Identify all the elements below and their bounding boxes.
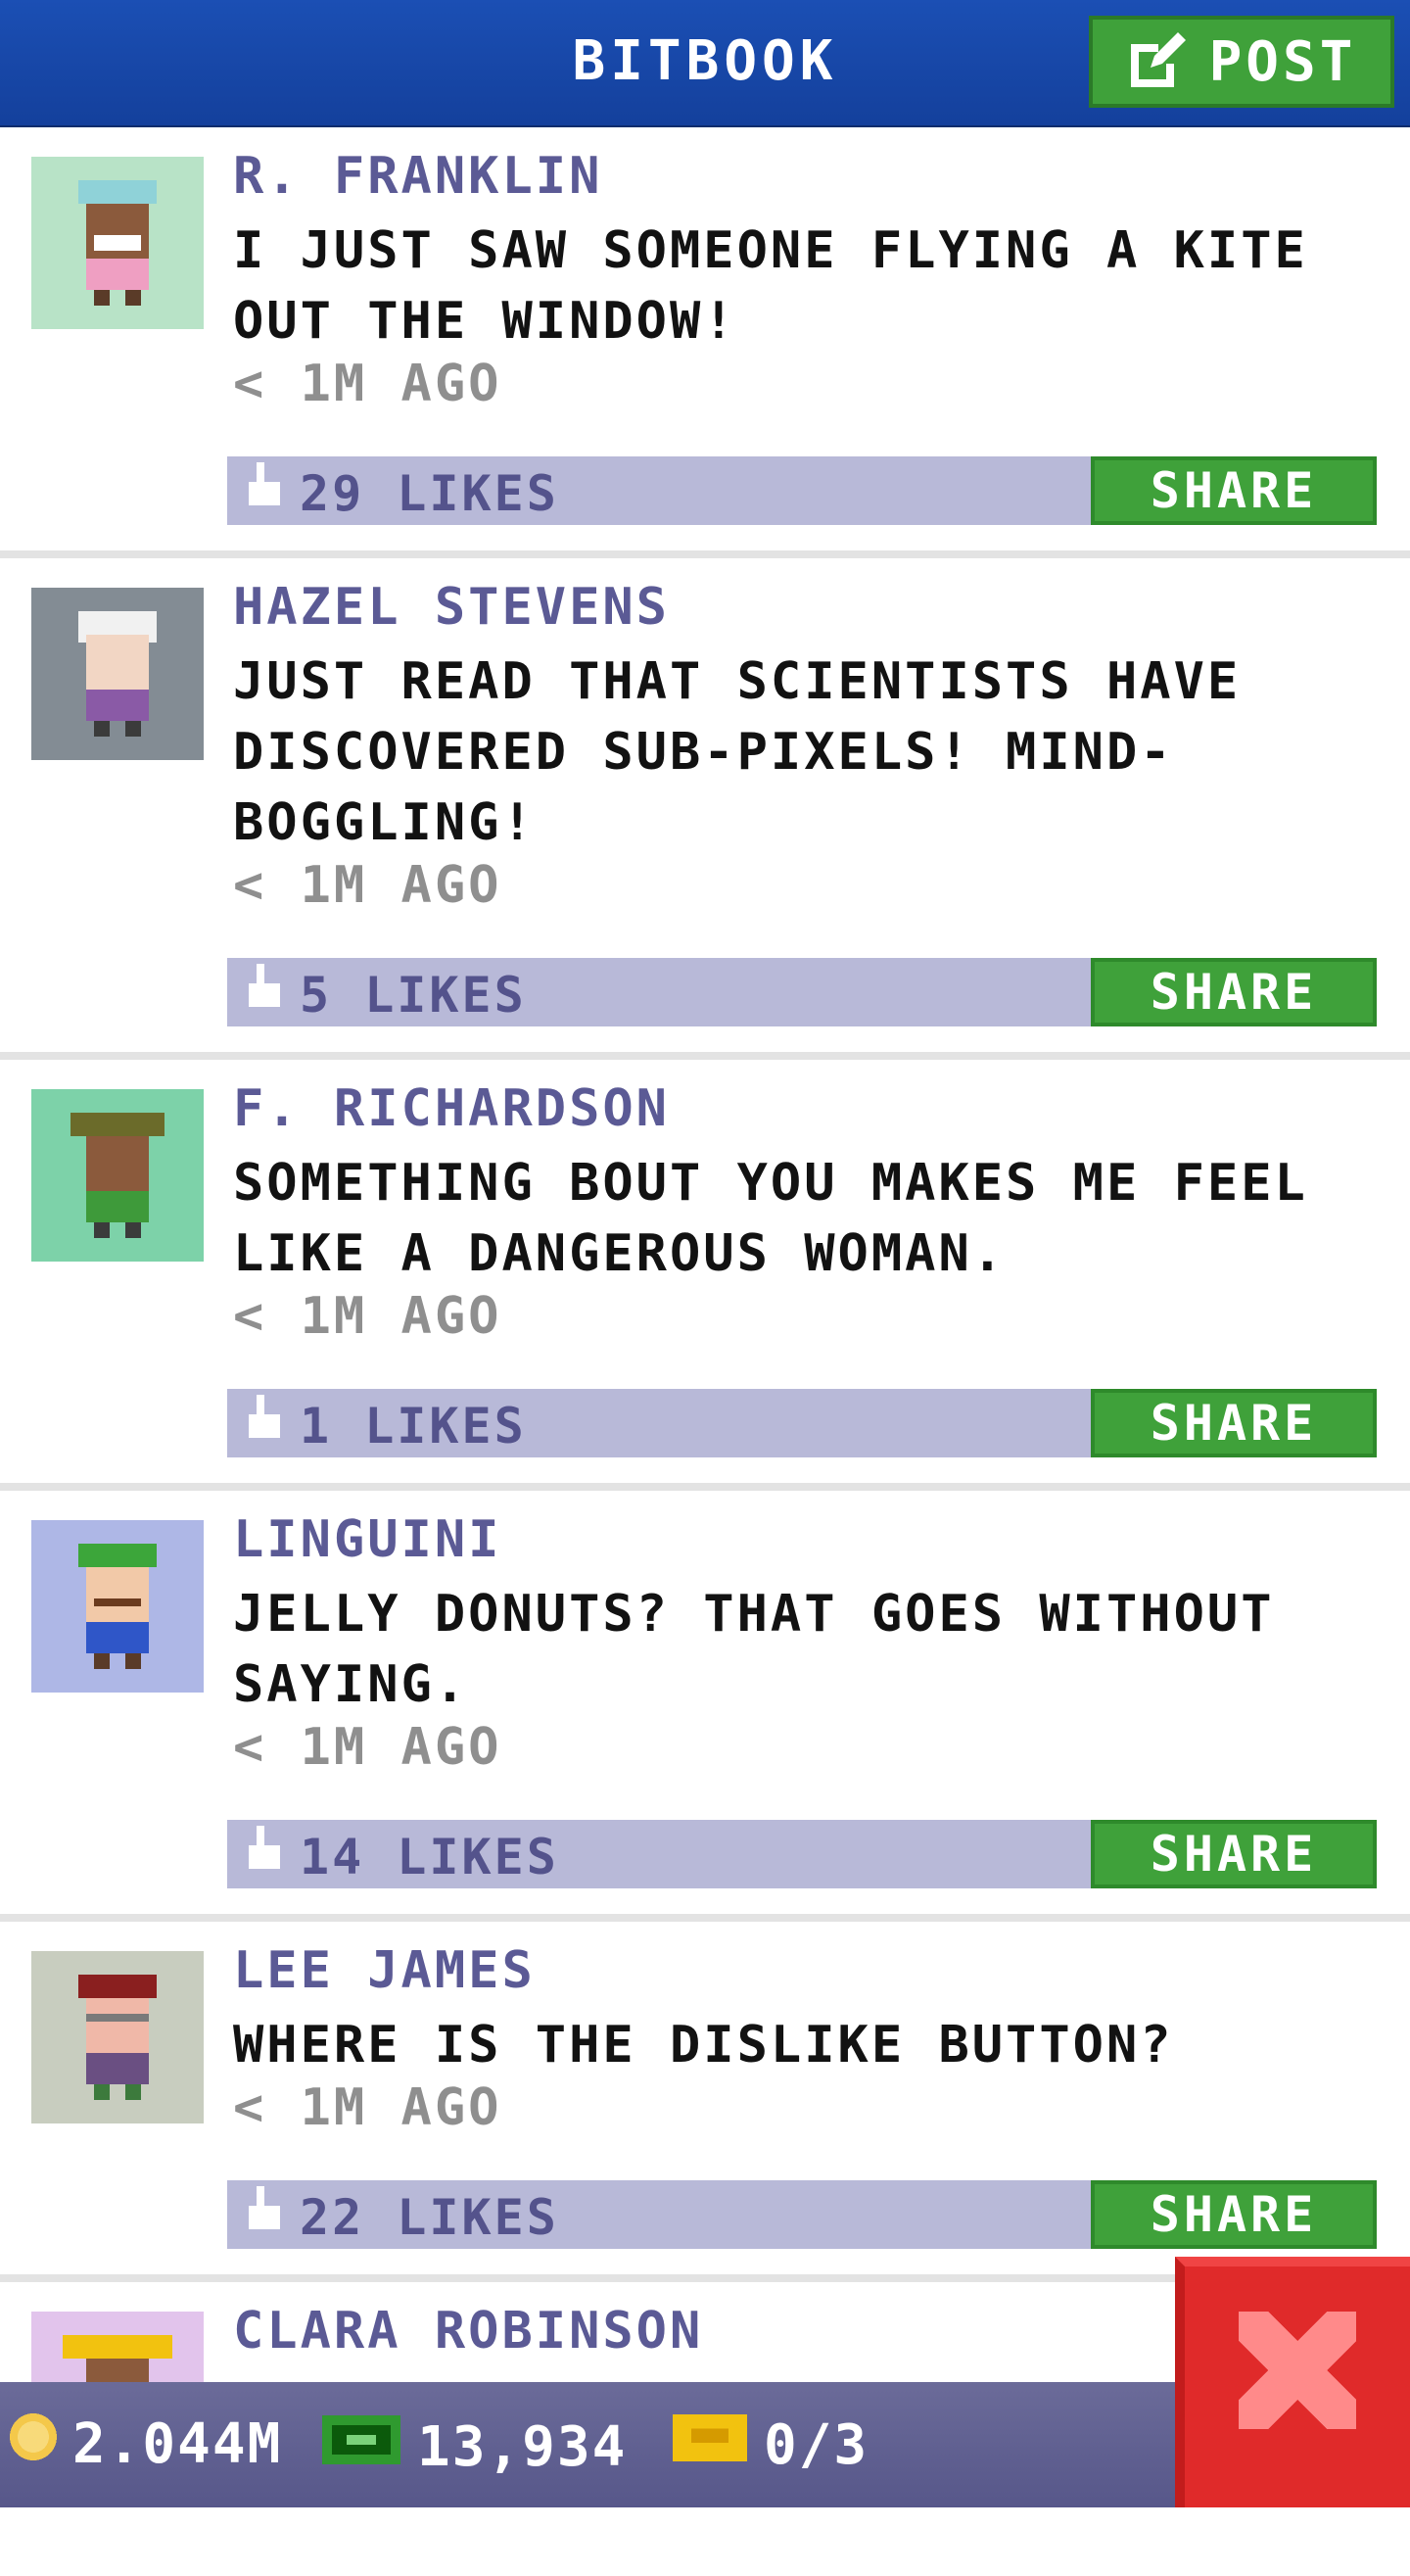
post-message: SOMETHING BOUT YOU MAKES ME FEEL LIKE A …: [233, 1154, 1308, 1283]
post-time: < 1M AGO: [233, 355, 502, 413]
post-message: JELLY DONUTS? THAT GOES WITHOUT SAYING.: [233, 1585, 1275, 1714]
top-bar: BITBOOK POST: [0, 0, 1410, 125]
thumbs-up-icon: [245, 462, 284, 525]
post-time: < 1M AGO: [233, 1718, 502, 1777]
post-author[interactable]: CLARA ROBINSON: [233, 2302, 703, 2361]
thumbs-up-icon: [245, 1395, 284, 1457]
share-button[interactable]: SHARE: [1091, 2180, 1377, 2249]
share-button[interactable]: SHARE: [1091, 456, 1377, 525]
post-button[interactable]: POST: [1089, 16, 1394, 108]
tickets-stat[interactable]: 0/3: [668, 2409, 869, 2480]
likes-count: 1 LIKES: [300, 1398, 527, 1455]
close-button[interactable]: [1175, 2257, 1410, 2507]
coin-icon: [6, 2409, 61, 2478]
post-message: JUST READ THAT SCIENTISTS HAVE DISCOVERE…: [233, 652, 1242, 852]
like-button[interactable]: 1 LIKES: [245, 1395, 527, 1457]
close-icon: [1224, 2312, 1371, 2462]
bux-stat[interactable]: 13,934: [317, 2409, 627, 2484]
coins-stat[interactable]: 2.044M: [6, 2409, 282, 2478]
like-button[interactable]: 22 LIKES: [245, 2186, 559, 2249]
post-button-label: POST: [1208, 29, 1357, 94]
likes-count: 5 LIKES: [300, 967, 527, 1024]
ticket-icon: [668, 2409, 752, 2480]
thumbs-up-icon: [245, 1826, 284, 1888]
coins-value: 2.044M: [72, 2411, 283, 2476]
post-feed[interactable]: R. FRANKLIN I JUST SAW SOMEONE FLYING A …: [0, 127, 1410, 2576]
post-message: I JUST SAW SOMEONE FLYING A KITE OUT THE…: [233, 221, 1308, 351]
thumbs-up-icon: [245, 2186, 284, 2249]
post-time: < 1M AGO: [233, 856, 502, 915]
feed-post: LINGUINI JELLY DONUTS? THAT GOES WITHOUT…: [0, 1491, 1410, 1922]
avatar: [31, 588, 204, 760]
like-button[interactable]: 5 LIKES: [245, 964, 527, 1026]
share-button[interactable]: SHARE: [1091, 1820, 1377, 1888]
share-button[interactable]: SHARE: [1091, 1389, 1377, 1457]
likes-count: 22 LIKES: [300, 2189, 559, 2246]
share-button[interactable]: SHARE: [1091, 958, 1377, 1026]
likes-bar: 1 LIKES SHARE: [227, 1389, 1377, 1457]
post-message: WHERE IS THE DISLIKE BUTTON?: [233, 2016, 1174, 2075]
feed-post: LEE JAMES WHERE IS THE DISLIKE BUTTON? <…: [0, 1922, 1410, 2282]
bux-icon: [317, 2409, 405, 2484]
post-author[interactable]: HAZEL STEVENS: [233, 578, 670, 637]
post-time: < 1M AGO: [233, 2078, 502, 2137]
avatar: [31, 157, 204, 329]
feed-post: F. RICHARDSON SOMETHING BOUT YOU MAKES M…: [0, 1060, 1410, 1491]
likes-bar: 29 LIKES SHARE: [227, 456, 1377, 525]
post-author[interactable]: R. FRANKLIN: [233, 147, 602, 206]
likes-count: 14 LIKES: [300, 1829, 559, 1885]
post-author[interactable]: F. RICHARDSON: [233, 1079, 670, 1138]
avatar: [31, 1520, 204, 1693]
like-button[interactable]: 29 LIKES: [245, 462, 559, 525]
thumbs-up-icon: [245, 964, 284, 1026]
feed-post: R. FRANKLIN I JUST SAW SOMEONE FLYING A …: [0, 127, 1410, 558]
likes-count: 29 LIKES: [300, 465, 559, 522]
bux-value: 13,934: [417, 2414, 628, 2479]
post-author[interactable]: LINGUINI: [233, 1510, 501, 1569]
tickets-value: 0/3: [764, 2412, 870, 2477]
post-time: < 1M AGO: [233, 1287, 502, 1346]
post-author[interactable]: LEE JAMES: [233, 1941, 536, 2000]
avatar: [31, 1951, 204, 2123]
compose-icon: [1127, 32, 1186, 91]
avatar: [31, 1089, 204, 1262]
likes-bar: 14 LIKES SHARE: [227, 1820, 1377, 1888]
likes-bar: 5 LIKES SHARE: [227, 958, 1377, 1026]
feed-post: HAZEL STEVENS JUST READ THAT SCIENTISTS …: [0, 558, 1410, 1060]
likes-bar: 22 LIKES SHARE: [227, 2180, 1377, 2249]
like-button[interactable]: 14 LIKES: [245, 1826, 559, 1888]
